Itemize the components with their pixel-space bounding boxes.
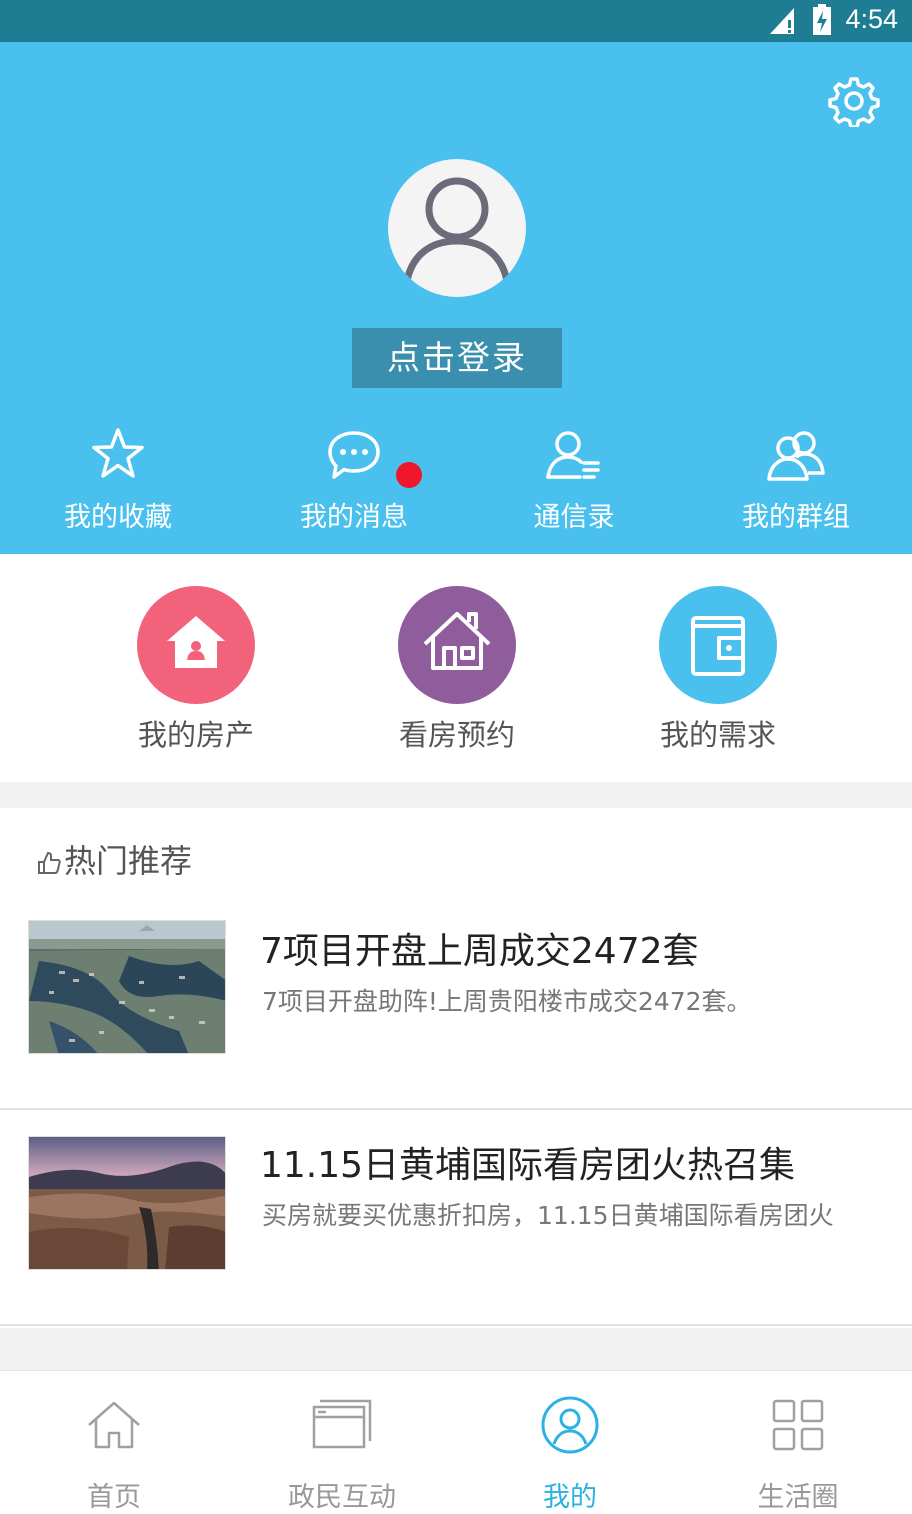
window-icon bbox=[312, 1395, 372, 1455]
quick-link-label: 我的收藏 bbox=[64, 502, 172, 533]
aerial-waterfront-photo bbox=[29, 921, 225, 1053]
status-bar: 4:54 bbox=[0, 0, 912, 42]
user-circle-icon bbox=[540, 1395, 600, 1455]
news-thumbnail bbox=[28, 1136, 226, 1270]
user-silhouette-icon bbox=[402, 177, 512, 288]
section-gap bbox=[0, 782, 912, 808]
clock-text: 4:54 bbox=[845, 4, 898, 34]
house-person-icon bbox=[137, 586, 255, 704]
avatar[interactable] bbox=[388, 159, 526, 297]
tab-label: 首页 bbox=[87, 1482, 141, 1513]
quick-link-groups[interactable]: 我的群组 bbox=[696, 427, 896, 537]
section-title: 热门推荐 bbox=[36, 836, 192, 883]
grid-icon bbox=[768, 1395, 828, 1455]
quick-link-label: 通信录 bbox=[533, 502, 615, 533]
news-item[interactable]: 7项目开盘上周成交2472套 7项目开盘助阵!上周贵阳楼市成交2472套。 bbox=[0, 892, 912, 1108]
feature-label: 我的房产 bbox=[137, 718, 254, 752]
home-icon bbox=[84, 1395, 144, 1455]
tab-label: 政民互动 bbox=[288, 1482, 396, 1513]
feature-label: 看房预约 bbox=[398, 718, 515, 752]
bottom-tab-bar: 首页 政民互动 我的 生活圈 bbox=[0, 1370, 912, 1514]
canyon-landscape-photo bbox=[29, 1137, 225, 1269]
battery-icon bbox=[812, 4, 832, 40]
feature-label: 我的需求 bbox=[659, 718, 776, 752]
news-item[interactable]: 11.15日黄埔国际看房团火热召集 买房就要买优惠折扣房，11.15日黄埔国际看… bbox=[0, 1110, 912, 1326]
quick-link-label: 我的群组 bbox=[742, 502, 850, 533]
feature-my-needs[interactable]: 我的需求 bbox=[618, 586, 818, 756]
news-title: 7项目开盘上周成交2472套 bbox=[260, 931, 699, 972]
news-thumbnail bbox=[28, 920, 226, 1054]
group-icon bbox=[766, 427, 826, 483]
news-summary: 买房就要买优惠折扣房，11.15日黄埔国际看房团火 bbox=[262, 1201, 834, 1230]
profile-header: 点击登录 我的收藏 我的消息 通信录 我的群组 bbox=[0, 42, 912, 554]
tab-label: 我的 bbox=[543, 1482, 597, 1513]
tab-label: 生活圈 bbox=[757, 1482, 839, 1513]
divider bbox=[0, 1324, 912, 1326]
section-title-text: 热门推荐 bbox=[64, 842, 193, 880]
contact-icon bbox=[544, 427, 604, 483]
news-summary: 7项目开盘助阵!上周贵阳楼市成交2472套。 bbox=[262, 987, 752, 1016]
feature-my-property[interactable]: 我的房产 bbox=[96, 586, 296, 756]
gear-icon[interactable] bbox=[828, 75, 880, 129]
quick-link-favorites[interactable]: 我的收藏 bbox=[18, 427, 218, 537]
chat-bubble-icon bbox=[324, 427, 384, 483]
house-icon bbox=[398, 586, 516, 704]
unread-badge bbox=[396, 462, 422, 488]
quick-link-label: 我的消息 bbox=[300, 502, 408, 533]
news-title: 11.15日黄埔国际看房团火热召集 bbox=[260, 1145, 796, 1186]
quick-link-contacts[interactable]: 通信录 bbox=[474, 427, 674, 537]
feature-row: 我的房产 看房预约 我的需求 bbox=[0, 554, 912, 782]
wallet-icon bbox=[659, 586, 777, 704]
tab-mine[interactable]: 我的 bbox=[456, 1371, 684, 1514]
quick-link-messages[interactable]: 我的消息 bbox=[254, 427, 454, 537]
login-button[interactable]: 点击登录 bbox=[352, 328, 562, 388]
star-icon bbox=[88, 427, 148, 483]
section-gap bbox=[0, 1328, 912, 1370]
feature-viewing-appointment[interactable]: 看房预约 bbox=[357, 586, 557, 756]
signal-icon bbox=[768, 6, 796, 40]
tab-home[interactable]: 首页 bbox=[0, 1371, 228, 1514]
thumbs-up-icon bbox=[36, 845, 62, 883]
tab-interaction[interactable]: 政民互动 bbox=[228, 1371, 456, 1514]
tab-life-circle[interactable]: 生活圈 bbox=[684, 1371, 912, 1514]
